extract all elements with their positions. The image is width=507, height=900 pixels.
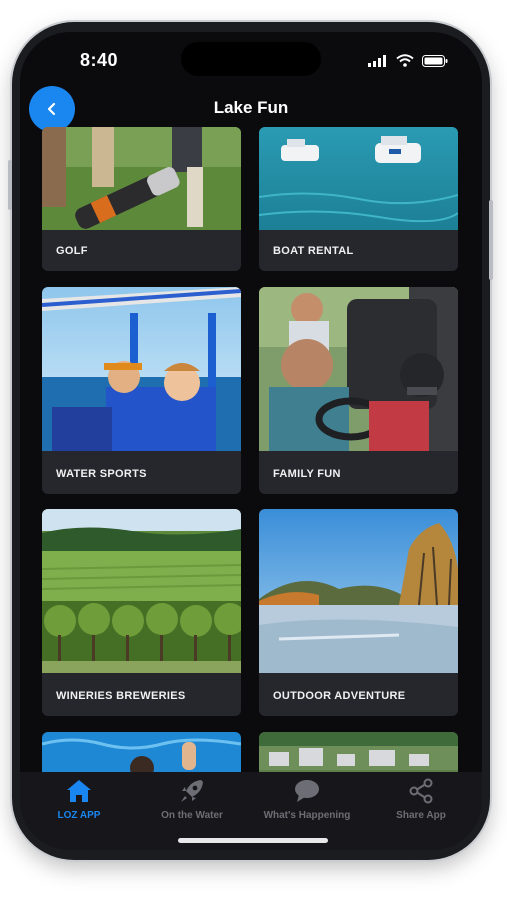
app-header: Lake Fun — [20, 86, 482, 132]
signal-icon — [368, 54, 386, 67]
tab-label: What's Happening — [263, 810, 351, 821]
tab-label: Share App — [396, 810, 446, 821]
category-label: BOAT RENTAL — [273, 245, 354, 257]
chat-bubble-icon — [295, 780, 319, 802]
tab-whats-happening[interactable]: What's Happening — [252, 778, 362, 828]
category-card-golf[interactable]: GOLF — [42, 127, 241, 271]
category-grid[interactable]: GOLF BOAT RENTAL WATER SPORTS FAMILY FUN… — [20, 127, 482, 772]
outdoor-adventure-image — [259, 509, 458, 673]
category-label: WATER SPORTS — [56, 468, 147, 480]
page-title: Lake Fun — [213, 98, 289, 117]
category-card-water-sports[interactable]: WATER SPORTS — [42, 287, 241, 494]
wineries-breweries-image — [42, 509, 241, 673]
battery-icon — [422, 54, 448, 67]
share-icon — [409, 778, 433, 804]
family-fun-image — [259, 287, 458, 451]
volume-button — [8, 160, 12, 210]
category-card-family-fun[interactable]: FAMILY FUN — [259, 287, 458, 494]
home-indicator[interactable] — [178, 838, 328, 843]
home-icon — [67, 780, 91, 802]
pool-image — [42, 732, 241, 772]
dynamic-island — [181, 42, 321, 76]
category-card-wineries-breweries[interactable]: WINERIES BREWERIES — [42, 509, 241, 716]
town-image — [259, 732, 458, 772]
tab-share-app[interactable]: Share App — [366, 778, 476, 828]
tab-loz-app[interactable]: LOZ APP — [24, 778, 134, 828]
category-label: WINERIES BREWERIES — [56, 690, 186, 702]
category-card-boat-rental[interactable]: BOAT RENTAL — [259, 127, 458, 271]
tab-on-the-water[interactable]: On the Water — [137, 778, 247, 828]
status-bar: 8:40 — [20, 32, 482, 90]
boat-rental-image — [259, 127, 458, 230]
category-card-outdoor-adventure[interactable]: OUTDOOR ADVENTURE — [259, 509, 458, 716]
water-sports-image — [42, 287, 241, 451]
tab-label: On the Water — [161, 810, 223, 821]
phone-screen: 8:40 Lake Fun GOLF BOAT RENTAL WATER SPO… — [20, 32, 482, 850]
status-time: 8:40 — [80, 50, 119, 70]
category-label: OUTDOOR ADVENTURE — [273, 690, 406, 702]
power-button — [489, 200, 493, 280]
category-card-pool[interactable] — [42, 732, 241, 772]
tab-label: LOZ APP — [57, 810, 101, 821]
category-card-town[interactable] — [259, 732, 458, 772]
category-label: GOLF — [56, 245, 88, 257]
wifi-icon — [396, 54, 414, 67]
rocket-icon — [181, 780, 203, 802]
status-icons — [368, 54, 448, 67]
golf-image — [42, 127, 241, 230]
category-label: FAMILY FUN — [273, 468, 341, 480]
